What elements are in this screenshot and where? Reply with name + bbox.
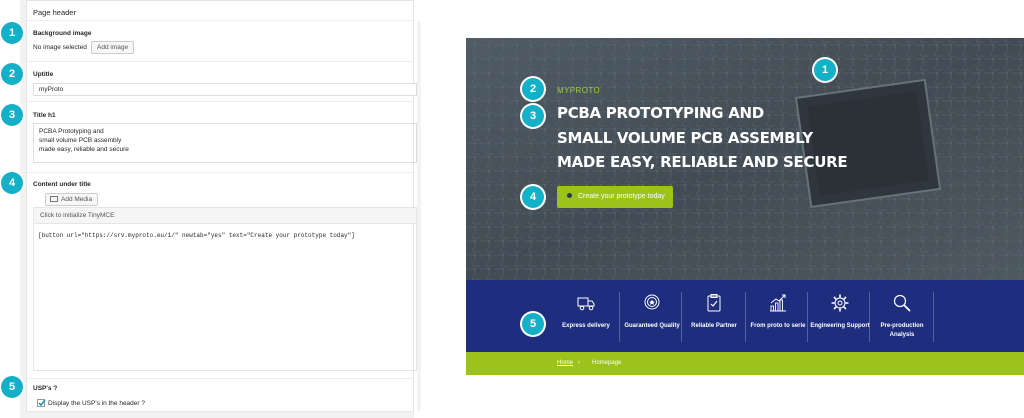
- usp-label: Express delivery: [562, 323, 610, 329]
- uptitle-input[interactable]: myProto: [33, 83, 417, 96]
- title-h1-textarea[interactable]: PCBA Prototyping and small volume PCB as…: [33, 123, 417, 163]
- breadcrumb-separator: ›: [578, 360, 580, 366]
- title-line: small volume PCB assembly: [39, 137, 122, 144]
- magnifier-icon: [893, 294, 911, 312]
- hero-uptitle: MYPROTO: [557, 86, 601, 95]
- usps-label: USP's ?: [33, 385, 58, 392]
- preview-badge-5: 5: [522, 313, 544, 335]
- title-line: PCBA Prototyping and: [39, 128, 104, 135]
- create-prototype-button[interactable]: Create your prototype today: [557, 186, 673, 208]
- title-line: made easy, reliable and secure: [39, 146, 129, 153]
- no-image-text: No image selected: [33, 44, 87, 51]
- step-badge-1: 1: [1, 22, 23, 44]
- usp-label: From proto to serie: [750, 323, 806, 329]
- breadcrumb-current: Homepage: [592, 360, 622, 366]
- gear-icon: [831, 294, 849, 312]
- preview-badge-3: 3: [522, 105, 544, 127]
- usp-item-proto-to-serie[interactable]: From proto to serie: [745, 280, 811, 352]
- clipboard-check-icon: [707, 294, 721, 312]
- hero-title-line: SMALL VOLUME PCB ASSEMBLY: [557, 129, 813, 147]
- admin-panel: Page header Background image No image se…: [20, 0, 421, 418]
- display-usps-label: Display the USP's in the header ?: [48, 400, 145, 407]
- usp-item-reliable-partner[interactable]: Reliable Partner: [681, 280, 747, 352]
- growth-chart-icon: [770, 294, 786, 312]
- tinymce-init-bar[interactable]: Click to initialize TinyMCE: [33, 207, 417, 224]
- preview-badge-2: 2: [522, 78, 544, 100]
- step-badge-3: 3: [1, 104, 23, 126]
- usp-label: Pre-production Analysis: [880, 323, 924, 338]
- usp-item-guaranteed-quality[interactable]: Guaranteed Quality: [619, 280, 685, 352]
- hero-title-line: PCBA PROTOTYPING AND: [557, 104, 764, 122]
- usp-divider: [933, 292, 934, 342]
- step-badge-4: 4: [1, 172, 23, 194]
- scrollbar[interactable]: [417, 21, 421, 411]
- step-badge-2: 2: [1, 63, 23, 85]
- preview-badge-1: 1: [814, 59, 836, 81]
- content-under-title-label: Content under title: [33, 181, 91, 188]
- cta-label: Create your prototype today: [578, 193, 665, 200]
- quality-medal-icon: [644, 294, 660, 310]
- media-icon: [50, 196, 58, 202]
- cta-dot-icon: [567, 193, 572, 198]
- usp-label: Reliable Partner: [691, 323, 737, 329]
- add-image-button[interactable]: Add image: [91, 41, 135, 54]
- breadcrumb: Home › Homepage: [466, 352, 1024, 375]
- usp-label: Engineering Support: [810, 323, 870, 329]
- usp-item-pre-production-analysis[interactable]: Pre-production Analysis: [869, 280, 935, 352]
- uptitle-label: Uptitle: [33, 71, 54, 78]
- preview-badge-4: 4: [522, 186, 544, 208]
- divider: [27, 101, 413, 102]
- metabox-title: Page header: [27, 1, 413, 21]
- usp-item-express-delivery[interactable]: Express delivery: [553, 280, 619, 352]
- divider: [27, 172, 413, 173]
- title-h1-label: Title h1: [33, 112, 56, 119]
- truck-icon: [577, 297, 595, 311]
- step-badge-5: 5: [1, 376, 23, 398]
- usp-item-engineering-support[interactable]: Engineering Support: [807, 280, 873, 352]
- divider: [27, 61, 413, 62]
- display-usps-checkbox[interactable]: [37, 399, 46, 407]
- website-preview: MYPROTO PCBA PROTOTYPING AND SMALL VOLUM…: [466, 38, 1024, 375]
- content-editor[interactable]: [button url="https://srv.myproto.eu/1/" …: [33, 224, 417, 371]
- add-media-button[interactable]: Add Media: [45, 193, 99, 206]
- checkmark-icon: [38, 399, 46, 407]
- divider: [27, 378, 413, 379]
- background-image-label: Background image: [33, 30, 92, 37]
- hero-title-line: MADE EASY, RELIABLE AND SECURE: [557, 153, 848, 171]
- usp-band: Express delivery Guaranteed Quality Reli…: [466, 280, 1024, 352]
- usp-label: Guaranteed Quality: [624, 323, 680, 329]
- add-media-label: Add Media: [61, 196, 93, 203]
- page-header-metabox: Page header Background image No image se…: [26, 0, 421, 412]
- hero-section: MYPROTO PCBA PROTOTYPING AND SMALL VOLUM…: [466, 38, 1024, 280]
- breadcrumb-home-link[interactable]: Home: [557, 360, 573, 366]
